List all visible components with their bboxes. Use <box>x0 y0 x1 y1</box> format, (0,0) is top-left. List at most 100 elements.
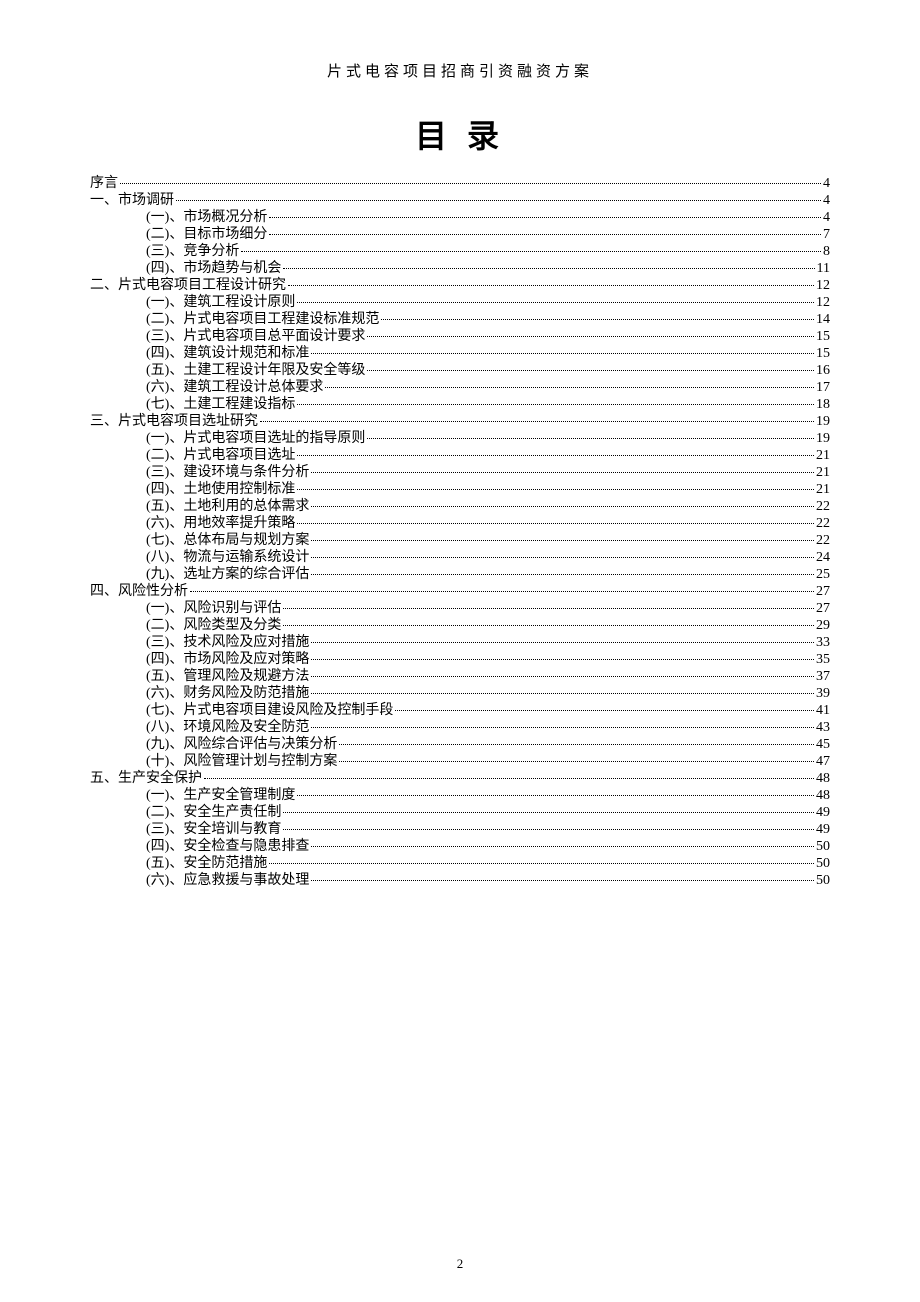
page-number: 2 <box>0 1256 920 1272</box>
toc-entry[interactable]: (八)、环境风险及安全防范43 <box>90 719 830 736</box>
toc-entry-page: 16 <box>816 364 830 378</box>
toc-entry[interactable]: (八)、物流与运输系统设计24 <box>90 549 830 566</box>
toc-entry-page: 27 <box>816 585 830 599</box>
toc-leader-dots <box>120 183 821 184</box>
toc-entry[interactable]: (九)、风险综合评估与决策分析45 <box>90 736 830 753</box>
toc-entry[interactable]: (三)、建设环境与条件分析21 <box>90 464 830 481</box>
toc-leader-dots <box>311 676 814 677</box>
toc-entry-page: 11 <box>817 262 830 276</box>
toc-entry[interactable]: (五)、土地利用的总体需求22 <box>90 498 830 515</box>
toc-entry[interactable]: (六)、应急救援与事故处理50 <box>90 872 830 889</box>
toc-entry-label: (七)、总体布局与规划方案 <box>146 534 309 548</box>
toc-leader-dots <box>283 812 814 813</box>
toc-entry-label: (一)、市场概况分析 <box>146 211 267 225</box>
toc-entry[interactable]: (七)、片式电容项目建设风险及控制手段41 <box>90 702 830 719</box>
toc-entry-page: 50 <box>816 857 830 871</box>
toc-entry[interactable]: (十)、风险管理计划与控制方案47 <box>90 753 830 770</box>
toc-entry[interactable]: (四)、建筑设计规范和标准15 <box>90 345 830 362</box>
toc-entry-label: (二)、片式电容项目工程建设标准规范 <box>146 313 379 327</box>
toc-entry[interactable]: (四)、市场趋势与机会 11 <box>90 260 830 277</box>
toc-entry[interactable]: 五、生产安全保护48 <box>90 770 830 787</box>
toc-entry-label: (五)、土地利用的总体需求 <box>146 500 309 514</box>
toc-entry-label: (三)、安全培训与教育 <box>146 823 281 837</box>
toc-entry-label: (九)、选址方案的综合评估 <box>146 568 309 582</box>
toc-entry-label: (二)、安全生产责任制 <box>146 806 281 820</box>
toc-entry[interactable]: 一、市场调研4 <box>90 192 830 209</box>
toc-entry-label: (三)、技术风险及应对措施 <box>146 636 309 650</box>
toc-entry-page: 49 <box>816 823 830 837</box>
toc-leader-dots <box>311 506 814 507</box>
toc-entry[interactable]: (三)、技术风险及应对措施 33 <box>90 634 830 651</box>
toc-leader-dots <box>190 591 814 592</box>
toc-leader-dots <box>297 302 814 303</box>
toc-entry-label: (一)、片式电容项目选址的指导原则 <box>146 432 365 446</box>
toc-entry-label: (四)、市场风险及应对策略 <box>146 653 309 667</box>
toc-leader-dots <box>395 710 814 711</box>
toc-entry[interactable]: (三)、安全培训与教育 49 <box>90 821 830 838</box>
toc-entry[interactable]: (三)、片式电容项目总平面设计要求15 <box>90 328 830 345</box>
toc-entry[interactable]: 二、片式电容项目工程设计研究12 <box>90 277 830 294</box>
toc-entry[interactable]: (一)、片式电容项目选址的指导原则19 <box>90 430 830 447</box>
toc-entry-label: 四、风险性分析 <box>90 585 188 599</box>
toc-entry-label: (四)、市场趋势与机会 <box>146 262 281 276</box>
toc-entry-page: 37 <box>816 670 830 684</box>
toc-entry-page: 35 <box>816 653 830 667</box>
toc-leader-dots <box>311 880 814 881</box>
toc-entry[interactable]: (四)、市场风险及应对策略 35 <box>90 651 830 668</box>
toc-entry[interactable]: (二)、片式电容项目选址21 <box>90 447 830 464</box>
toc-entry[interactable]: (五)、土建工程设计年限及安全等级 16 <box>90 362 830 379</box>
toc-entry[interactable]: (一)、风险识别与评估27 <box>90 600 830 617</box>
toc-leader-dots <box>311 693 814 694</box>
toc-leader-dots <box>283 608 814 609</box>
toc-entry-label: (七)、片式电容项目建设风险及控制手段 <box>146 704 393 718</box>
toc-entry-page: 22 <box>816 517 830 531</box>
toc-leader-dots <box>283 268 814 269</box>
toc-entry[interactable]: (一)、建筑工程设计原则12 <box>90 294 830 311</box>
toc-leader-dots <box>311 642 814 643</box>
toc-entry-page: 18 <box>816 398 830 412</box>
toc-entry-page: 7 <box>823 228 830 242</box>
toc-entry-page: 50 <box>816 840 830 854</box>
toc-entry-label: (五)、土建工程设计年限及安全等级 <box>146 364 365 378</box>
toc-leader-dots <box>381 319 814 320</box>
toc-entry[interactable]: (七)、土建工程建设指标18 <box>90 396 830 413</box>
toc-entry[interactable]: 三、片式电容项目选址研究19 <box>90 413 830 430</box>
toc-entry[interactable]: (六)、财务风险及防范措施39 <box>90 685 830 702</box>
toc-entry-page: 47 <box>816 755 830 769</box>
toc-entry[interactable]: (九)、选址方案的综合评估25 <box>90 566 830 583</box>
toc-entry[interactable]: (五)、安全防范措施 50 <box>90 855 830 872</box>
toc-entry-label: (三)、竞争分析 <box>146 245 239 259</box>
toc-entry-label: (五)、安全防范措施 <box>146 857 267 871</box>
toc-entry[interactable]: (六)、用地效率提升策略22 <box>90 515 830 532</box>
toc-entry[interactable]: (四)、土地使用控制标准21 <box>90 481 830 498</box>
toc-entry-page: 12 <box>816 279 830 293</box>
toc-leader-dots <box>297 455 814 456</box>
toc-entry[interactable]: (六)、建筑工程设计总体要求17 <box>90 379 830 396</box>
toc-entry[interactable]: (二)、安全生产责任制49 <box>90 804 830 821</box>
toc-leader-dots <box>367 336 814 337</box>
toc-entry[interactable]: (七)、总体布局与规划方案22 <box>90 532 830 549</box>
toc-leader-dots <box>269 217 821 218</box>
toc-leader-dots <box>283 625 814 626</box>
toc-entry[interactable]: (三)、竞争分析8 <box>90 243 830 260</box>
toc-entry-page: 21 <box>816 449 830 463</box>
table-of-contents: 序言4一、市场调研4(一)、市场概况分析4(二)、目标市场细分7(三)、竞争分析… <box>90 175 830 889</box>
toc-entry[interactable]: (二)、片式电容项目工程建设标准规范14 <box>90 311 830 328</box>
toc-leader-dots <box>311 557 814 558</box>
document-header: 片式电容项目招商引资融资方案 <box>90 60 830 81</box>
toc-leader-dots <box>297 404 814 405</box>
toc-entry-label: (四)、建筑设计规范和标准 <box>146 347 309 361</box>
toc-entry-label: (四)、土地使用控制标准 <box>146 483 295 497</box>
toc-entry[interactable]: 四、风险性分析 27 <box>90 583 830 600</box>
toc-entry[interactable]: (四)、安全检查与隐患排查50 <box>90 838 830 855</box>
toc-entry[interactable]: 序言4 <box>90 175 830 192</box>
toc-entry[interactable]: (二)、目标市场细分7 <box>90 226 830 243</box>
toc-entry[interactable]: (五)、管理风险及规避方法37 <box>90 668 830 685</box>
toc-entry[interactable]: (一)、市场概况分析4 <box>90 209 830 226</box>
toc-entry[interactable]: (一)、生产安全管理制度48 <box>90 787 830 804</box>
toc-leader-dots <box>339 744 814 745</box>
toc-entry[interactable]: (二)、风险类型及分类29 <box>90 617 830 634</box>
toc-entry-page: 33 <box>816 636 830 650</box>
toc-entry-page: 21 <box>816 466 830 480</box>
toc-leader-dots <box>367 370 814 371</box>
